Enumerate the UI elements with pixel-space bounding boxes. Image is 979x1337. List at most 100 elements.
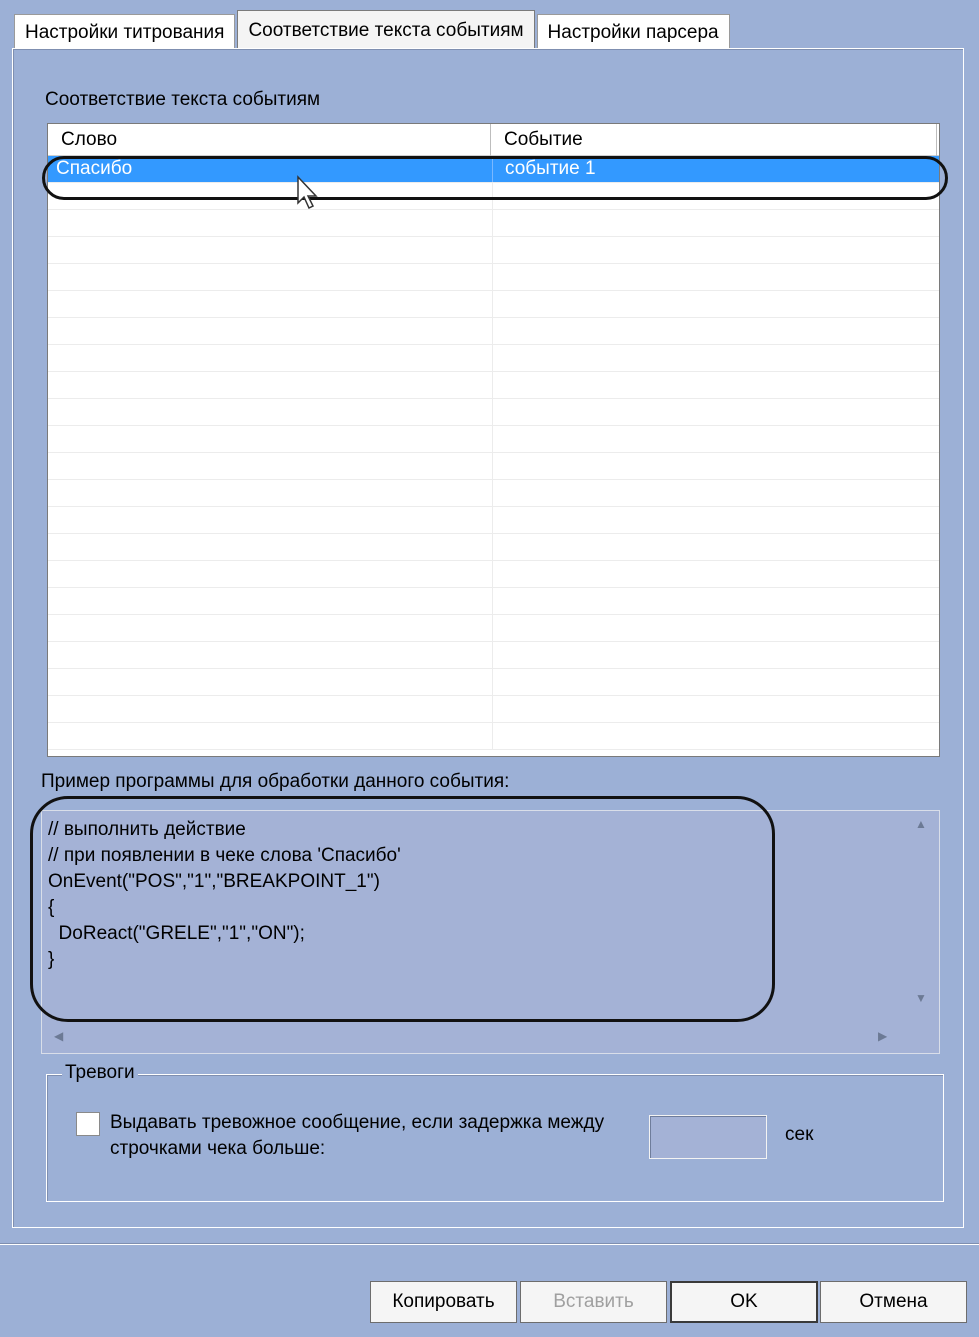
list-row-empty[interactable]: [48, 210, 939, 237]
code-line: // выполнить действие: [48, 819, 246, 840]
cell-empty: [48, 615, 493, 641]
cell-empty: [493, 399, 939, 425]
cell-empty: [493, 237, 939, 263]
code-line: }: [48, 949, 55, 970]
list-row-empty[interactable]: [48, 615, 939, 642]
list-row-empty[interactable]: [48, 318, 939, 345]
code-example-textarea[interactable]: // выполнить действие // при появлении в …: [41, 810, 940, 1054]
cell-empty: [48, 291, 493, 317]
code-line: OnEvent("POS","1","BREAKPOINT_1"): [48, 871, 380, 892]
mapping-list[interactable]: Слово Событие Спасибо событие 1: [47, 123, 940, 757]
list-row-empty[interactable]: [48, 426, 939, 453]
list-row-empty[interactable]: [48, 399, 939, 426]
cell-empty: [493, 210, 939, 236]
list-row-empty[interactable]: [48, 669, 939, 696]
empty-rows: [48, 183, 939, 750]
ok-button[interactable]: OK: [670, 1281, 818, 1323]
tab-parser-settings[interactable]: Настройки парсера: [536, 14, 730, 50]
cell-empty: [493, 642, 939, 668]
cell-empty: [493, 291, 939, 317]
alarm-delay-label: Выдавать тревожное сообщение, если задер…: [110, 1112, 605, 1159]
list-row-empty[interactable]: [48, 588, 939, 615]
cell-empty: [48, 183, 493, 209]
list-row-empty[interactable]: [48, 642, 939, 669]
vertical-scrollbar[interactable]: ▲ ▼: [903, 811, 939, 1021]
cell-empty: [48, 453, 493, 479]
cell-empty: [493, 183, 939, 209]
cell-empty: [48, 237, 493, 263]
cell-event[interactable]: событие 1: [493, 156, 939, 182]
code-line: {: [48, 897, 55, 918]
scroll-down-icon[interactable]: ▼: [915, 991, 927, 1005]
mouse-cursor-icon: [297, 175, 318, 210]
cell-empty: [493, 264, 939, 290]
cell-empty: [48, 264, 493, 290]
list-row-empty[interactable]: [48, 264, 939, 291]
cell-empty: [48, 561, 493, 587]
list-row-empty[interactable]: [48, 507, 939, 534]
list-row-empty[interactable]: [48, 183, 939, 210]
cell-empty: [493, 615, 939, 641]
cell-empty: [48, 669, 493, 695]
code-text: // выполнить действие // при появлении в …: [48, 817, 401, 973]
list-row-empty[interactable]: [48, 291, 939, 318]
cell-empty: [493, 696, 939, 722]
list-row-empty[interactable]: [48, 534, 939, 561]
list-row-empty[interactable]: [48, 696, 939, 723]
cell-empty: [493, 561, 939, 587]
cell-empty: [493, 318, 939, 344]
code-example-label: Пример программы для обработки данного с…: [41, 771, 510, 792]
list-row-empty[interactable]: [48, 723, 939, 750]
code-line: // при появлении в чеке слова 'Спасибо': [48, 845, 401, 866]
delay-seconds-input[interactable]: [649, 1115, 767, 1159]
cell-empty: [493, 480, 939, 506]
scroll-right-icon[interactable]: ▶: [878, 1029, 887, 1043]
cell-word[interactable]: Спасибо: [48, 156, 493, 182]
list-row-selected[interactable]: Спасибо событие 1: [48, 156, 939, 183]
list-row-empty[interactable]: [48, 237, 939, 264]
cell-empty: [48, 588, 493, 614]
alarm-delay-checkbox[interactable]: [76, 1112, 100, 1136]
list-row-empty[interactable]: [48, 453, 939, 480]
horizontal-scrollbar[interactable]: ◀ ▶: [42, 1021, 904, 1053]
cell-empty: [493, 453, 939, 479]
cell-empty: [493, 588, 939, 614]
cell-empty: [48, 480, 493, 506]
cell-empty: [48, 372, 493, 398]
column-header-word[interactable]: Слово: [48, 124, 491, 156]
cell-empty: [48, 534, 493, 560]
seconds-unit-label: сек: [785, 1124, 814, 1145]
scroll-left-icon[interactable]: ◀: [54, 1029, 63, 1043]
cell-empty: [48, 399, 493, 425]
cell-empty: [493, 372, 939, 398]
cell-empty: [48, 642, 493, 668]
separator: [0, 1243, 979, 1245]
cell-empty: [48, 318, 493, 344]
cell-empty: [493, 345, 939, 371]
cancel-button[interactable]: Отмена: [820, 1281, 967, 1323]
tab-titling-settings[interactable]: Настройки титрования: [14, 14, 236, 50]
copy-button[interactable]: Копировать: [370, 1281, 517, 1323]
code-line: DoReact("GRELE","1","ON");: [48, 923, 305, 944]
cell-empty: [48, 723, 493, 749]
paste-button[interactable]: Вставить: [520, 1281, 667, 1323]
list-header: Слово Событие: [48, 124, 939, 156]
cell-empty: [48, 426, 493, 452]
list-row-empty[interactable]: [48, 345, 939, 372]
scroll-corner: [903, 1021, 939, 1053]
cell-empty: [493, 534, 939, 560]
column-header-event[interactable]: Событие: [491, 124, 937, 156]
cell-empty: [493, 426, 939, 452]
cell-empty: [48, 345, 493, 371]
list-row-empty[interactable]: [48, 372, 939, 399]
mapping-section-label: Соответствие текста событиям: [45, 89, 321, 110]
tab-text-event-mapping[interactable]: Соответствие текста событиям: [237, 10, 535, 50]
list-row-empty[interactable]: [48, 480, 939, 507]
list-row-empty[interactable]: [48, 561, 939, 588]
scroll-up-icon[interactable]: ▲: [915, 817, 927, 831]
alarms-group-label: Тревоги: [62, 1062, 138, 1084]
cell-empty: [493, 507, 939, 533]
tab-bar: Настройки титрования Соответствие текста…: [14, 10, 732, 50]
cell-empty: [493, 669, 939, 695]
cell-empty: [493, 723, 939, 749]
